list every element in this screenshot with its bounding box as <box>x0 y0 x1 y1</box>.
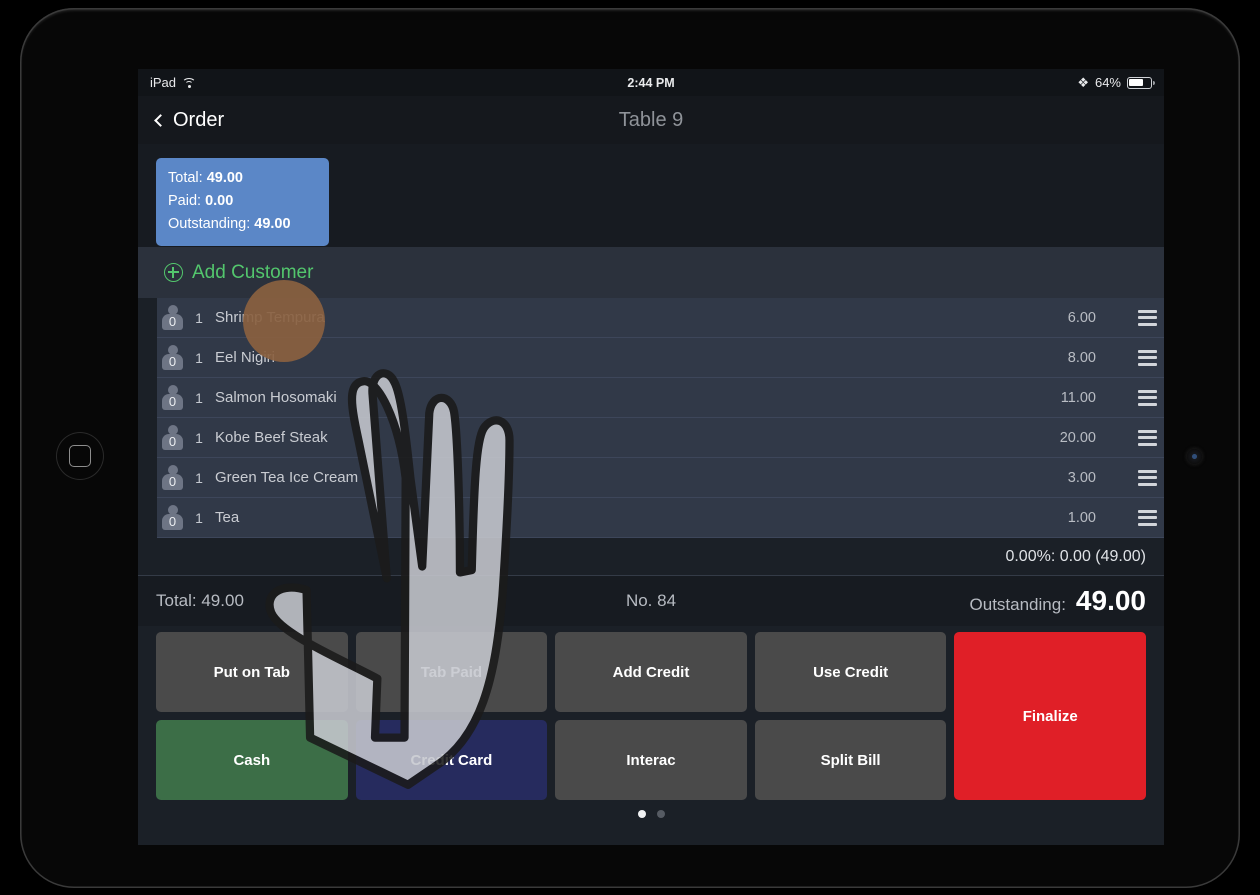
totals-summary-box[interactable]: Total: 49.00 Paid: 0.00 Outstanding: 49.… <box>156 158 329 246</box>
table-row[interactable]: 0 1 Kobe Beef Steak 20.00 <box>157 418 1164 458</box>
tax-row: 0.00%: 0.00 (49.00) <box>138 538 1164 576</box>
item-name: Salmon Hosomaki <box>215 389 337 406</box>
order-items-section: 0 1 Shrimp Tempura 6.00 0 1 Eel Nigiri 8.00 0 1 Sa… <box>138 298 1164 538</box>
item-name: Tea <box>215 509 240 526</box>
use-credit-button[interactable]: Use Credit <box>754 632 947 712</box>
totals-total-label: Total: <box>168 170 203 186</box>
totals-total-line: Total: 49.00 <box>168 167 317 190</box>
item-quantity: 1 <box>195 389 203 406</box>
item-price: 3.00 <box>1067 469 1096 486</box>
hamburger-menu-icon[interactable] <box>1130 309 1164 326</box>
item-quantity: 1 <box>195 309 203 326</box>
totals-total-value: 49.00 <box>206 170 243 186</box>
item-price: 20.00 <box>1059 429 1096 446</box>
wifi-icon <box>182 77 197 88</box>
seat-person-icon: 0 <box>162 504 183 531</box>
item-name: Eel Nigiri <box>215 349 276 366</box>
add-customer-button[interactable]: Add Customer <box>164 262 313 284</box>
seat-person-icon: 0 <box>162 464 183 491</box>
cash-button[interactable]: Cash <box>156 720 348 800</box>
table-row[interactable]: 0 1 Shrimp Tempura 6.00 <box>157 298 1164 338</box>
totals-outstanding-value: 49.00 <box>254 215 291 232</box>
table-row[interactable]: 0 1 Tea 1.00 <box>157 498 1164 538</box>
summary-outstanding-value: 49.00 <box>1075 585 1146 616</box>
hamburger-menu-icon[interactable] <box>1130 429 1164 446</box>
totals-panel: Total: 49.00 Paid: 0.00 Outstanding: 49.… <box>138 144 1164 247</box>
totals-paid-value: 0.00 <box>205 192 234 209</box>
seat-number-label: 0 <box>168 474 177 489</box>
item-price: 1.00 <box>1067 509 1096 526</box>
item-quantity: 1 <box>195 429 203 446</box>
battery-percent-label: 64% <box>1094 75 1121 90</box>
hamburger-menu-icon[interactable] <box>1130 389 1164 406</box>
item-price: 6.00 <box>1067 309 1096 326</box>
totals-paid-label: Paid: <box>168 192 202 209</box>
status-bar-left: iPad <box>150 75 197 90</box>
payment-buttons-grid: Put on Tab Tab Paid Add Credit Use Credit Fi… <box>156 632 1146 800</box>
add-customer-label: Add Customer <box>192 261 314 283</box>
split-bill-button[interactable]: Split Bill <box>754 720 947 800</box>
order-items-list: 0 1 Shrimp Tempura 6.00 0 1 Eel Nigiri 8.00 0 1 Sa… <box>157 298 1164 538</box>
summary-outstanding: Outstanding: 49.00 <box>970 585 1146 617</box>
hamburger-menu-icon[interactable] <box>1130 469 1164 486</box>
tab-paid-button[interactable]: Tab Paid <box>355 632 548 712</box>
ipad-screen: iPad 2:44 PM ❖ 64% Order Table 9 Total: <box>138 69 1164 845</box>
item-quantity: 1 <box>195 469 203 486</box>
hamburger-menu-icon[interactable] <box>1130 349 1164 366</box>
item-quantity: 1 <box>195 349 203 366</box>
item-price: 11.00 <box>1060 389 1096 406</box>
item-name: Kobe Beef Steak <box>215 429 328 446</box>
summary-outstanding-label: Outstanding: <box>969 595 1066 614</box>
table-row[interactable]: 0 1 Salmon Hosomaki 11.00 <box>157 378 1164 418</box>
seat-number-label: 0 <box>168 314 177 329</box>
ipad-device-frame: iPad 2:44 PM ❖ 64% Order Table 9 Total: <box>20 8 1240 888</box>
item-quantity: 1 <box>195 509 203 526</box>
interac-button[interactable]: Interac <box>555 720 747 800</box>
pagination-dots[interactable] <box>156 800 1146 828</box>
table-row[interactable]: 0 1 Green Tea Ice Cream 3.00 <box>157 458 1164 498</box>
item-name: Green Tea Ice Cream <box>215 469 359 486</box>
seat-person-icon: 0 <box>162 304 183 331</box>
page-title: Table 9 <box>618 108 684 131</box>
add-credit-button[interactable]: Add Credit <box>555 632 747 712</box>
seat-person-icon: 0 <box>162 384 183 411</box>
home-button-glyph <box>69 445 91 467</box>
seat-number-label: 0 <box>168 354 177 369</box>
totals-outstanding-line: Outstanding: 49.00 <box>168 213 317 236</box>
status-bar-right: ❖ 64% <box>1077 74 1156 91</box>
battery-icon <box>1127 76 1156 89</box>
item-name: Shrimp Tempura <box>215 309 325 326</box>
device-name-label: iPad <box>150 75 177 90</box>
seat-number-label: 0 <box>168 394 177 409</box>
status-bar: iPad 2:44 PM ❖ 64% <box>138 69 1164 96</box>
put-on-tab-button[interactable]: Put on Tab <box>156 632 348 712</box>
tax-row-label: 0.00%: 0.00 (49.00) <box>1005 547 1146 565</box>
add-customer-bar: Add Customer <box>138 247 1164 298</box>
list-left-gutter <box>138 298 157 538</box>
finalize-button[interactable]: Finalize <box>954 632 1146 800</box>
bluetooth-icon: ❖ <box>1077 74 1089 90</box>
hamburger-menu-icon[interactable] <box>1130 509 1164 526</box>
navigation-bar: Order Table 9 <box>138 96 1164 144</box>
pagination-dot[interactable] <box>656 810 665 818</box>
totals-outstanding-label: Outstanding: <box>168 215 251 232</box>
payment-actions-panel: Put on Tab Tab Paid Add Credit Use Credit Fi… <box>138 626 1164 828</box>
front-camera <box>1187 449 1202 464</box>
order-summary-bar: Total: 49.00 No. 84 Outstanding: 49.00 <box>138 576 1164 626</box>
seat-person-icon: 0 <box>162 344 183 371</box>
totals-paid-line: Paid: 0.00 <box>168 190 317 213</box>
pagination-dot[interactable] <box>637 810 646 818</box>
seat-number-label: 0 <box>168 514 177 529</box>
seat-number-label: 0 <box>168 434 177 449</box>
home-button[interactable] <box>56 432 104 480</box>
seat-person-icon: 0 <box>162 424 183 451</box>
item-price: 8.00 <box>1067 349 1096 366</box>
credit-card-button[interactable]: Credit Card <box>355 720 548 800</box>
status-bar-clock: 2:44 PM <box>627 75 675 90</box>
plus-circle-icon <box>164 263 183 282</box>
table-row[interactable]: 0 1 Eel Nigiri 8.00 <box>157 338 1164 378</box>
